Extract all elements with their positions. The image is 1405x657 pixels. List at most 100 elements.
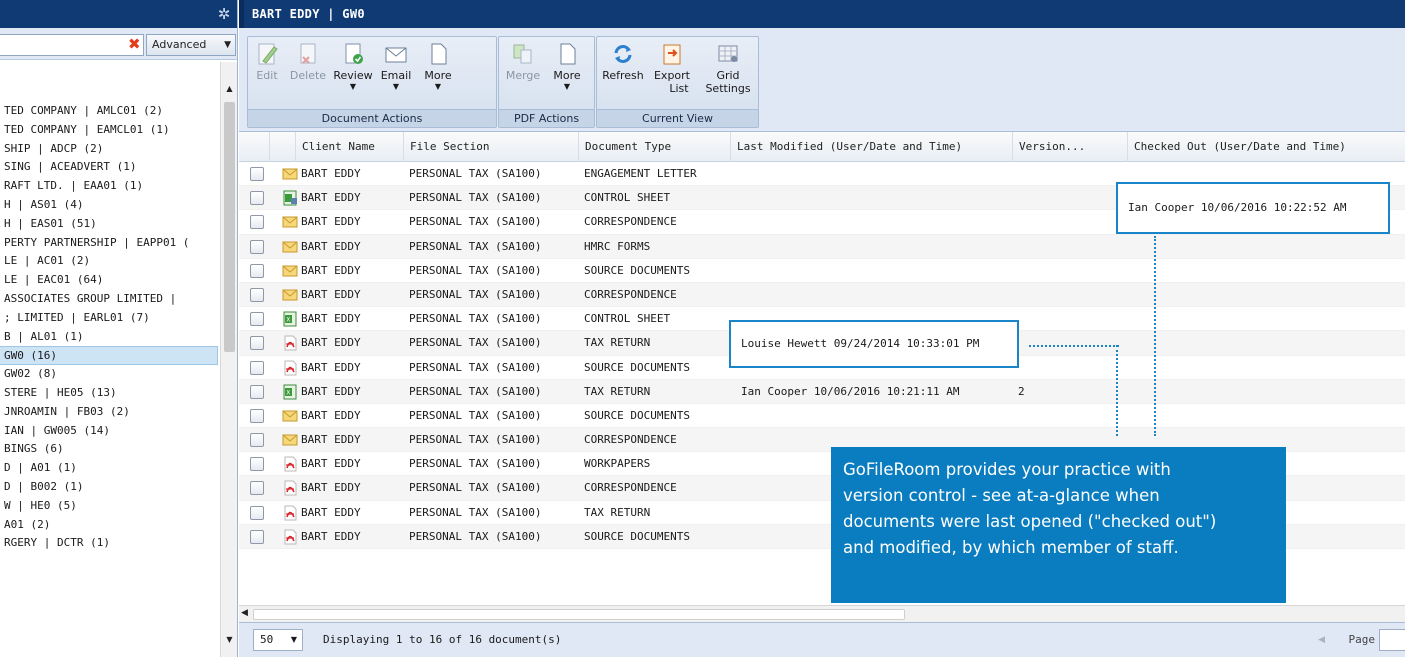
more-document-button[interactable]: More ▼ (420, 41, 456, 92)
tree-item[interactable]: GW02 (8) (0, 365, 218, 384)
export-list-button[interactable]: Export List (647, 41, 697, 95)
scroll-up-icon[interactable]: ▲ (221, 84, 237, 98)
tree-item[interactable]: A01 (2) (0, 516, 218, 535)
table-row[interactable]: BART EDDY PERSONAL TAX (SA100) CORRESPONDE… (239, 282, 1405, 308)
row-checkbox[interactable] (250, 215, 264, 230)
row-checkbox[interactable] (250, 263, 264, 278)
table-row[interactable]: BART EDDY PERSONAL TAX (SA100) HMRC FORMS (239, 234, 1405, 259)
clear-search-icon[interactable]: ✖ (128, 34, 141, 54)
tree-item[interactable]: BINGS (6) (0, 440, 218, 459)
gear-icon[interactable]: ✲ (215, 5, 233, 23)
tree-item[interactable]: D | A01 (1) (0, 459, 218, 478)
cell-client-name: BART EDDY (301, 360, 361, 374)
callout-connector (1116, 345, 1118, 436)
cell-client-name: BART EDDY (301, 215, 361, 229)
cell-document-type: TAX RETURN (584, 384, 651, 398)
search-input[interactable] (0, 34, 144, 56)
tree-item[interactable]: W | HE0 (5) (0, 497, 218, 516)
review-icon (345, 43, 363, 64)
tree-item[interactable]: TED COMPANY | AMLC01 (2) (0, 102, 218, 121)
column-checked-out[interactable]: Checked Out (User/Date and Time) (1127, 132, 1405, 162)
export-label-line2: List (669, 82, 689, 95)
row-checkbox[interactable] (250, 481, 264, 496)
tree-scrollbar[interactable]: ▲ ▼ (220, 62, 237, 657)
cell-file-section: PERSONAL TAX (SA100) (409, 529, 542, 543)
scroll-down-icon[interactable]: ▼ (221, 635, 237, 649)
row-checkbox[interactable] (250, 312, 264, 327)
grid-settings-button[interactable]: Grid Settings (701, 41, 755, 95)
tree-item[interactable]: IAN | GW005 (14) (0, 422, 218, 441)
review-button[interactable]: Review ▼ (332, 41, 374, 92)
svg-text:X: X (286, 317, 290, 324)
edit-label: Edit (256, 69, 278, 82)
column-version[interactable]: Version... (1012, 132, 1127, 162)
delete-button[interactable]: Delete (288, 41, 328, 82)
horizontal-scrollbar[interactable]: ◀ (239, 605, 1405, 622)
cell-client-name: BART EDDY (301, 481, 361, 495)
row-checkbox[interactable] (250, 239, 264, 254)
tree-item[interactable]: B | AL01 (1) (0, 328, 218, 347)
row-checkbox[interactable] (250, 167, 264, 181)
cell-client-name: BART EDDY (301, 433, 361, 447)
row-checkbox[interactable] (250, 433, 264, 448)
tree-item[interactable]: SING | ACEADVERT (1) (0, 158, 218, 177)
column-file-section[interactable]: File Section (403, 132, 578, 162)
row-checkbox[interactable] (250, 529, 264, 544)
scroll-left-icon[interactable]: ◀ (241, 608, 248, 618)
table-row[interactable]: X BART EDDY PERSONAL TAX (SA100) TAX RETURN… (239, 379, 1405, 404)
table-row[interactable]: BART EDDY PERSONAL TAX (SA100) SOURCE DOCU… (239, 403, 1405, 429)
grid-label-line2: Settings (705, 82, 751, 95)
scroll-thumb[interactable] (253, 609, 905, 620)
document-icon (560, 43, 576, 65)
row-checkbox[interactable] (250, 287, 264, 302)
tree-item[interactable]: LE | EAC01 (64) (0, 271, 218, 290)
edit-button[interactable]: Edit (252, 41, 282, 82)
row-checkbox[interactable] (250, 408, 264, 423)
row-checkbox[interactable] (250, 384, 264, 399)
page-number-input[interactable] (1379, 629, 1405, 651)
tree-item[interactable]: TED COMPANY | EAMCL01 (1) (0, 121, 218, 140)
ribbon-group-current-view: Refresh Export List Grid Settings Curren… (596, 36, 759, 128)
cell-file-section: PERSONAL TAX (SA100) (409, 215, 542, 229)
page-size-select[interactable]: 50 ▼ (253, 629, 303, 651)
row-checkbox[interactable] (250, 336, 264, 351)
cell-document-type: CORRESPONDENCE (584, 287, 677, 301)
tree-item[interactable]: ASSOCIATES GROUP LIMITED | (0, 290, 218, 309)
merge-button[interactable]: Merge (503, 41, 543, 82)
row-checkbox[interactable] (250, 505, 264, 520)
checked-out-callout: Ian Cooper 10/06/2016 10:22:52 AM (1116, 182, 1390, 234)
email-button[interactable]: Email ▼ (376, 41, 416, 92)
tree-item[interactable]: LE | AC01 (2) (0, 252, 218, 271)
tree-item[interactable]: SHIP | ADCP (2) (0, 140, 218, 159)
row-checkbox[interactable] (250, 360, 264, 375)
info-box: GoFileRoom provides your practice with v… (831, 447, 1286, 603)
cell-file-section: PERSONAL TAX (SA100) (409, 191, 542, 205)
client-tree-panel: ✲ ✖ Advanced ▼ TED COMPANY | AMLC01 (2) T… (0, 0, 238, 657)
column-type[interactable] (269, 132, 295, 162)
tree-item[interactable]: D | B002 (1) (0, 478, 218, 497)
column-client-name[interactable]: Client Name (295, 132, 403, 162)
tree-item[interactable]: JNROAMIN | FB03 (2) (0, 403, 218, 422)
refresh-button[interactable]: Refresh (601, 41, 645, 82)
tree-item[interactable]: RGERY | DCTR (1) (0, 534, 218, 553)
tree-item[interactable]: ; LIMITED | EARL01 (7) (0, 309, 218, 328)
previous-page-icon[interactable]: ◀ (1318, 629, 1325, 651)
cell-file-section: PERSONAL TAX (SA100) (409, 263, 542, 277)
tree-item[interactable]: STERE | HE05 (13) (0, 384, 218, 403)
column-select[interactable] (239, 132, 269, 162)
advanced-search-button[interactable]: Advanced ▼ (146, 34, 236, 56)
column-document-type[interactable]: Document Type (578, 132, 730, 162)
tree-item[interactable]: PERTY PARTNERSHIP | EAPP01 ( (0, 234, 218, 253)
cell-file-section: PERSONAL TAX (SA100) (409, 360, 542, 374)
tree-item[interactable]: GW0 (16) (0, 346, 218, 366)
row-checkbox[interactable] (250, 457, 264, 472)
column-last-modified[interactable]: Last Modified (User/Date and Time) (730, 132, 1012, 162)
cell-version: 2 (1018, 384, 1025, 398)
tree-item[interactable]: RAFT LTD. | EAA01 (1) (0, 177, 218, 196)
tree-item[interactable]: H | AS01 (4) (0, 196, 218, 215)
more-pdf-button[interactable]: More ▼ (549, 41, 585, 92)
tree-item[interactable]: H | EAS01 (51) (0, 215, 218, 234)
row-checkbox[interactable] (250, 191, 264, 206)
table-row[interactable]: BART EDDY PERSONAL TAX (SA100) SOURCE DOCU… (239, 258, 1405, 283)
scroll-thumb[interactable] (224, 102, 235, 352)
